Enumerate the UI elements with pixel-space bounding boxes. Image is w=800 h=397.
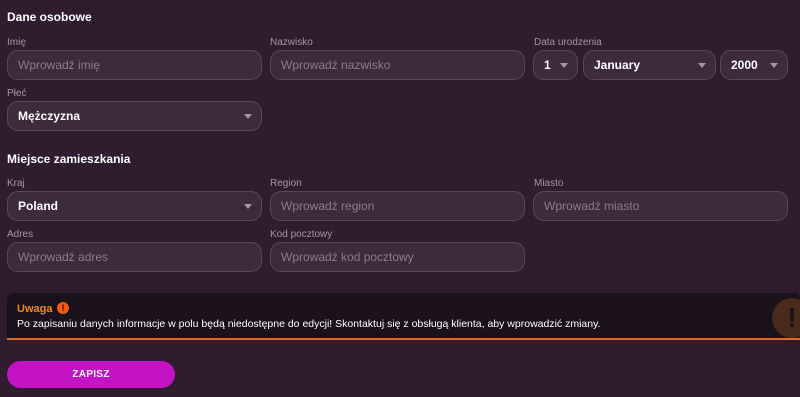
warning-title: Uwaga (17, 303, 53, 315)
chevron-down-icon (244, 114, 252, 119)
warning-banner: Uwaga ! Po zapisaniu danych informacje w… (7, 293, 800, 340)
birth-year-select[interactable]: 2000 (720, 50, 788, 80)
chevron-down-icon (244, 204, 252, 209)
first-name-input[interactable]: Wprowadź imię (7, 50, 262, 80)
city-label: Miasto (534, 178, 564, 189)
address-label: Adres (7, 229, 34, 240)
exclamation-icon: ! (57, 302, 69, 314)
chevron-down-icon (698, 63, 706, 68)
birth-month-select[interactable]: January (583, 50, 716, 80)
gender-value: Mężczyzna (18, 109, 81, 123)
city-input[interactable]: Wprowadź miasto (533, 191, 788, 221)
address-input[interactable]: Wprowadź adres (7, 242, 262, 272)
birth-date-label: Data urodzenia (534, 37, 602, 48)
country-label: Kraj (7, 178, 25, 189)
exclamation-watermark-icon: ! (772, 298, 800, 338)
gender-label: Płeć (7, 88, 27, 99)
last-name-input[interactable]: Wprowadź nazwisko (270, 50, 525, 80)
section-title-personal: Dane osobowe (7, 10, 92, 24)
region-label: Region (270, 178, 302, 189)
birth-day-value: 1 (544, 58, 551, 72)
postal-code-label: Kod pocztowy (270, 229, 333, 240)
last-name-label: Nazwisko (270, 37, 313, 48)
birth-day-select[interactable]: 1 (533, 50, 578, 80)
gender-select[interactable]: Mężczyzna (7, 101, 262, 131)
chevron-down-icon (560, 63, 568, 68)
birth-year-value: 2000 (731, 58, 758, 72)
country-select[interactable]: Poland (7, 191, 262, 221)
chevron-down-icon (770, 63, 778, 68)
warning-text: Po zapisaniu danych informacje w polu bę… (17, 318, 601, 330)
birth-month-value: January (594, 58, 641, 72)
save-button[interactable]: ZAPISZ (7, 361, 175, 388)
first-name-label: Imię (7, 37, 26, 48)
country-value: Poland (18, 199, 59, 213)
section-title-residence: Miejsce zamieszkania (7, 152, 131, 166)
postal-code-input[interactable]: Wprowadź kod pocztowy (270, 242, 525, 272)
region-input[interactable]: Wprowadź region (270, 191, 525, 221)
profile-form-page: Dane osobowe Imię Wprowadź imię Nazwisko… (0, 0, 800, 397)
